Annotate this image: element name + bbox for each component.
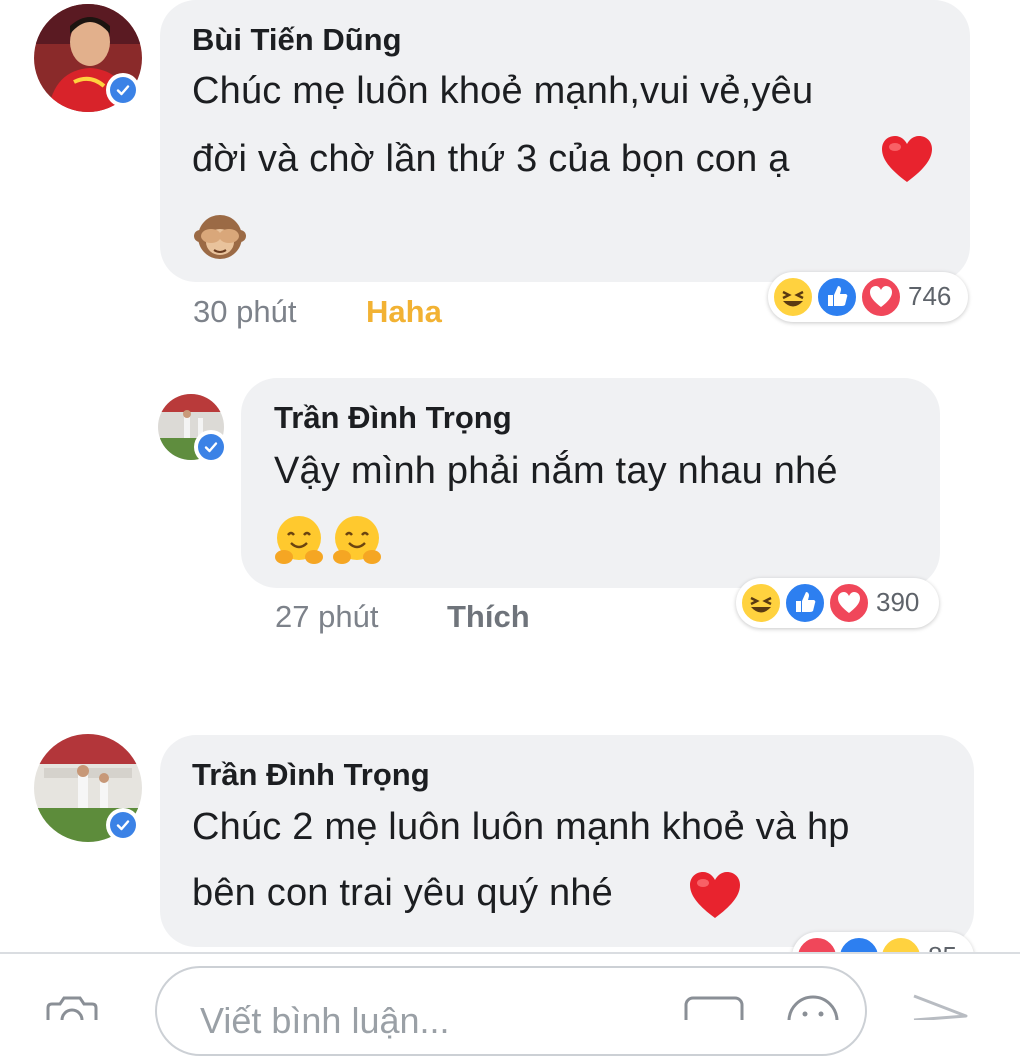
reaction-count: 746 [908, 281, 952, 311]
comment-input-placeholder: Viết bình luận... [200, 1000, 450, 1041]
like-reaction-icon [816, 276, 858, 318]
haha-reaction-icon [772, 276, 814, 318]
gif-icon[interactable] [684, 996, 744, 1036]
hugging-face-icon [272, 513, 326, 572]
verified-badge-icon [194, 430, 228, 464]
comment-text-line: bên con trai yêu quý nhé [192, 872, 613, 914]
love-reaction-icon [828, 582, 870, 624]
verified-badge-icon [106, 73, 140, 107]
comment-text-line: Chúc 2 mẹ luôn luôn mạnh khoẻ và hp [192, 806, 850, 848]
hugging-face-icon [330, 513, 384, 572]
comment-author[interactable]: Trần Đình Trọng [274, 400, 512, 436]
love-reaction-icon [860, 276, 902, 318]
haha-reaction-icon [740, 582, 782, 624]
comment-author[interactable]: Trần Đình Trọng [192, 757, 430, 793]
camera-icon[interactable] [44, 996, 100, 1032]
emoji-icon[interactable] [786, 994, 840, 1047]
reaction-count: 390 [876, 587, 920, 617]
comment-text-line: Chúc mẹ luôn khoẻ mạnh,vui vẻ,yêu [192, 70, 814, 112]
comment-text-line: đời và chờ lần thứ 3 của bọn con ạ [192, 138, 790, 180]
red-heart-icon [688, 870, 742, 925]
like-reaction-icon [784, 582, 826, 624]
like-link[interactable]: Thích [447, 599, 530, 635]
see-no-evil-monkey-icon [194, 210, 246, 267]
send-icon[interactable] [910, 994, 970, 1025]
reaction-summary[interactable]: 746 [768, 272, 968, 322]
comment-text-line: Vậy mình phải nắm tay nhau nhé [274, 450, 838, 492]
comment-author[interactable]: Bùi Tiến Dũng [192, 22, 402, 58]
red-heart-icon [880, 134, 934, 189]
reaction-haha-link[interactable]: Haha [366, 294, 442, 330]
comment-timestamp: 30 phút [193, 294, 297, 329]
comment-timestamp: 27 phút [275, 599, 379, 634]
reaction-summary[interactable]: 390 [736, 578, 939, 628]
verified-badge-icon [106, 808, 140, 842]
